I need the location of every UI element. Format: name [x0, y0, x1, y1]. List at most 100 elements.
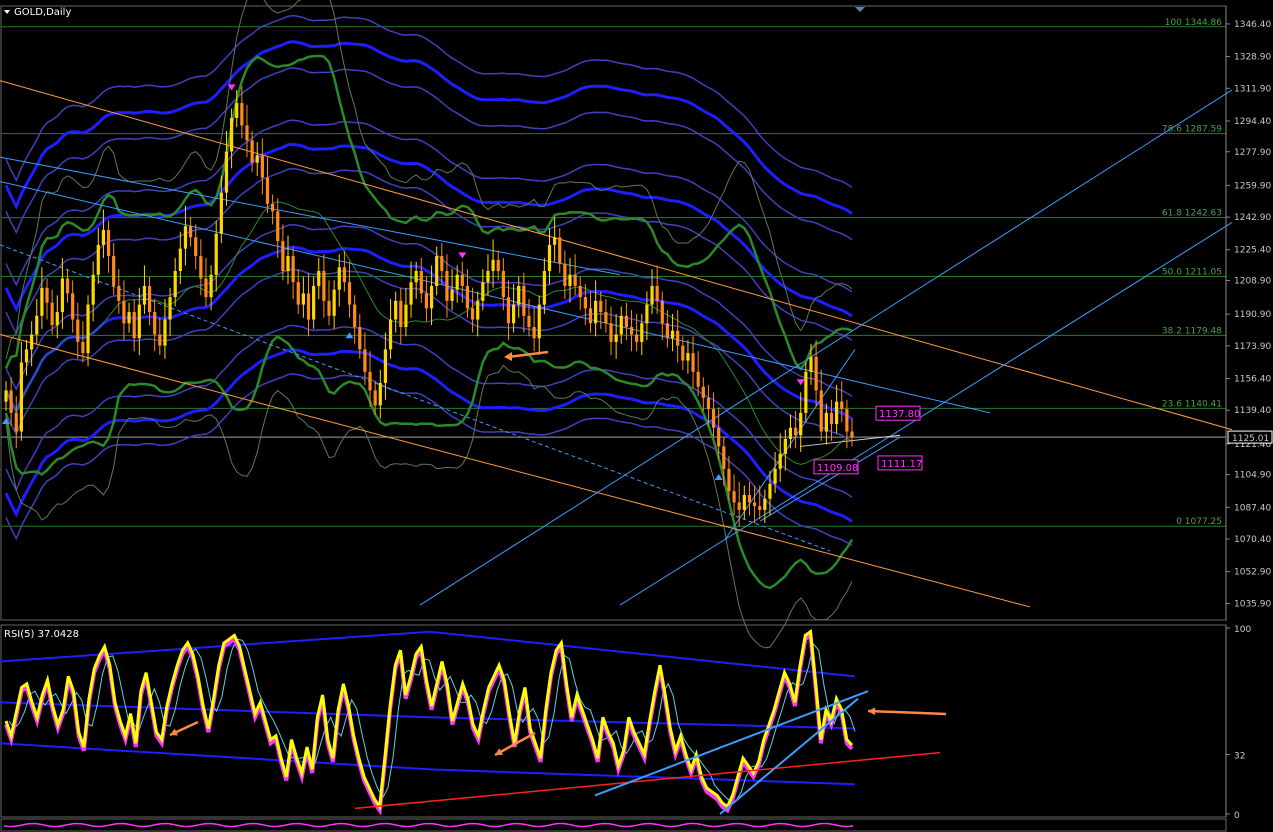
candle-body[interactable] [470, 308, 475, 320]
candle-body[interactable] [717, 427, 721, 447]
candle-body[interactable] [214, 233, 218, 275]
candle-body[interactable] [30, 334, 34, 350]
candle-body[interactable] [317, 271, 321, 286]
candle-body[interactable] [670, 330, 675, 339]
candle-body[interactable] [676, 330, 680, 346]
candle-body[interactable] [86, 304, 90, 354]
candle-body[interactable] [286, 256, 290, 272]
candle-body[interactable] [322, 271, 326, 301]
candle-body[interactable] [686, 353, 690, 361]
candle-body[interactable] [106, 229, 111, 257]
candle-body[interactable] [65, 278, 70, 294]
candle-body[interactable] [55, 312, 59, 326]
candle-body[interactable] [230, 117, 234, 152]
candle-body[interactable] [404, 304, 408, 327]
candle-body[interactable] [711, 409, 716, 428]
candle-body[interactable] [101, 229, 106, 245]
candle-body[interactable] [835, 401, 839, 425]
candle-body[interactable] [578, 285, 582, 298]
candle-body[interactable] [809, 356, 813, 372]
candle-body[interactable] [45, 287, 49, 303]
candle-body[interactable] [245, 125, 249, 141]
candle-body[interactable] [445, 271, 449, 301]
candle-body[interactable] [378, 382, 382, 406]
candle-body[interactable] [347, 282, 352, 305]
candle-body[interactable] [476, 300, 480, 320]
candle-body[interactable] [773, 468, 777, 484]
candle-body[interactable] [588, 308, 593, 324]
candle-body[interactable] [312, 285, 316, 320]
candle-body[interactable] [573, 274, 577, 286]
candle-body[interactable] [9, 390, 13, 413]
candle-body[interactable] [640, 323, 644, 342]
candle-body[interactable] [558, 237, 562, 264]
candle-body[interactable] [450, 289, 454, 301]
candle-body[interactable] [147, 285, 152, 313]
candle-body[interactable] [194, 237, 198, 257]
candle-body[interactable] [399, 300, 403, 327]
candle-body[interactable] [265, 177, 270, 204]
candle-body[interactable] [219, 192, 223, 234]
candle-body[interactable] [660, 300, 664, 324]
candle-body[interactable] [19, 362, 23, 432]
candle-body[interactable] [599, 300, 603, 313]
candle-body[interactable] [829, 412, 834, 425]
candle-body[interactable] [501, 271, 505, 298]
candle-body[interactable] [112, 256, 116, 286]
candle-body[interactable] [81, 341, 85, 354]
candle-body[interactable] [752, 502, 757, 507]
candle-body[interactable] [394, 300, 398, 320]
candle-body[interactable] [799, 412, 803, 436]
candle-body[interactable] [624, 315, 628, 327]
candle-body[interactable] [153, 312, 157, 335]
candle-body[interactable] [568, 274, 572, 286]
candle-body[interactable] [260, 155, 264, 178]
candle-body[interactable] [583, 297, 587, 309]
candle-body[interactable] [327, 300, 331, 316]
chart-canvas[interactable]: 100 1344.86 78.6 1287.59 61.8 1242.63 50.0 … [0, 0, 1273, 832]
candle-body[interactable] [532, 326, 536, 339]
candle-body[interactable] [804, 371, 808, 413]
candle-body[interactable] [14, 412, 18, 432]
candle-body[interactable] [291, 256, 295, 283]
candle-body[interactable] [691, 353, 695, 372]
candle-body[interactable] [142, 285, 147, 305]
candle-body[interactable] [137, 304, 141, 339]
candle-body[interactable] [4, 390, 8, 402]
candle-body[interactable] [122, 300, 126, 324]
candle-body[interactable] [235, 103, 239, 118]
candle-body[interactable] [224, 151, 229, 193]
candle-body[interactable] [527, 315, 531, 327]
candle-body[interactable] [306, 293, 311, 320]
candle-body[interactable] [594, 300, 598, 324]
candle-body[interactable] [758, 506, 762, 510]
candle-body[interactable] [845, 409, 849, 432]
candle-body[interactable] [91, 274, 95, 305]
candle-body[interactable] [373, 390, 377, 406]
candle-body[interactable] [696, 371, 700, 387]
candle-body[interactable] [240, 103, 244, 126]
candle-body[interactable] [737, 502, 741, 510]
candle-body[interactable] [271, 203, 275, 212]
candle-body[interactable] [276, 211, 280, 242]
candle-body[interactable] [163, 319, 167, 346]
candle-body[interactable] [388, 319, 393, 350]
candle-body[interactable] [655, 285, 659, 301]
candle-body[interactable] [127, 312, 131, 324]
candle-body[interactable] [40, 287, 44, 316]
candle-body[interactable] [701, 386, 705, 398]
candle-body[interactable] [763, 498, 767, 510]
candle-body[interactable] [496, 259, 500, 272]
candle-body[interactable] [332, 289, 336, 316]
candle-body[interactable] [778, 453, 782, 469]
candle-body[interactable] [650, 285, 654, 305]
candle-body[interactable] [706, 397, 711, 410]
candle-body[interactable] [414, 271, 418, 283]
candle-body[interactable] [71, 293, 75, 320]
candle-body[interactable] [383, 349, 388, 383]
candle-body[interactable] [491, 259, 495, 272]
candle-body[interactable] [204, 278, 208, 298]
candle-body[interactable] [768, 483, 772, 499]
candle-body[interactable] [783, 438, 787, 454]
candle-body[interactable] [117, 285, 121, 301]
